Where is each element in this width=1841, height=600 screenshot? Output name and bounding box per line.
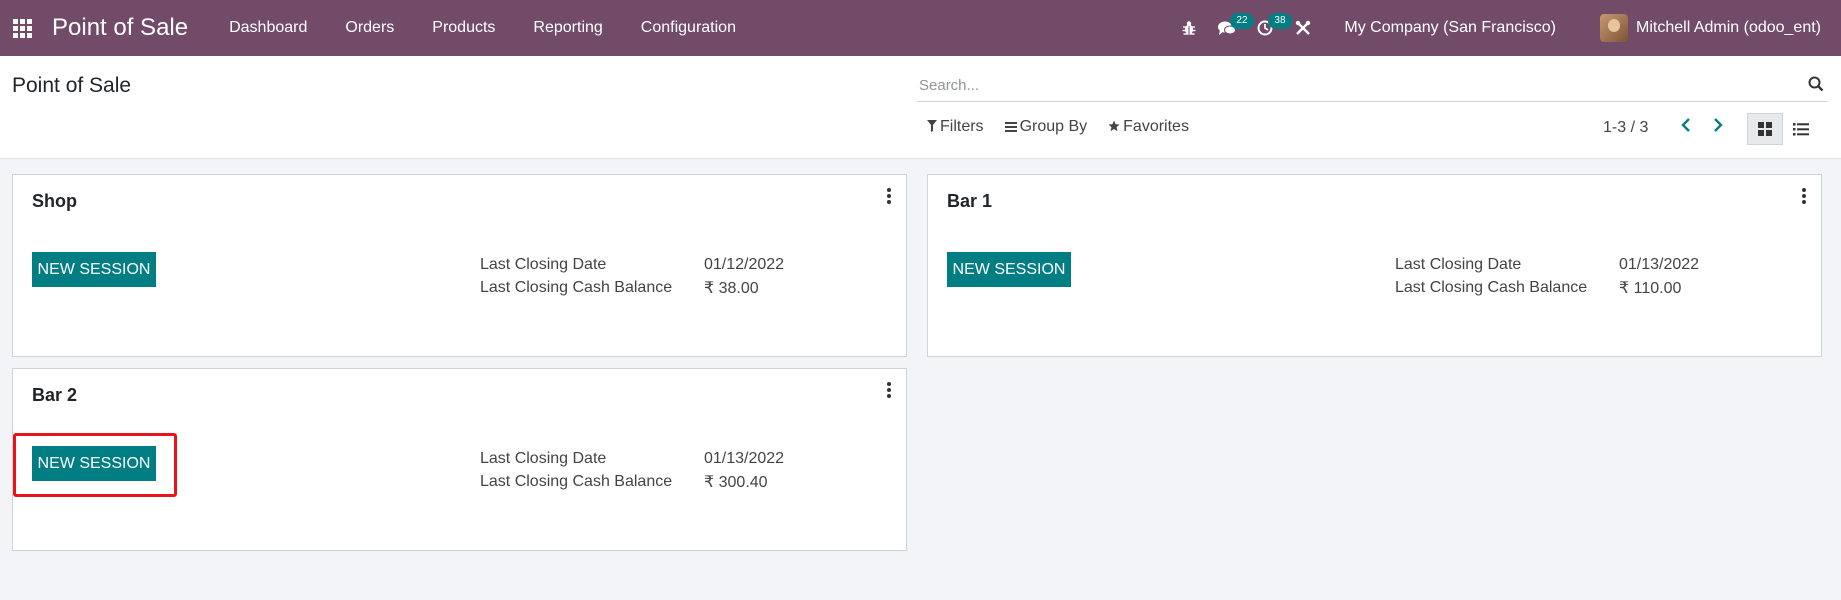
kebab-menu-icon[interactable] (1801, 188, 1807, 206)
user-menu[interactable]: Mitchell Admin (odoo_ent) (1600, 14, 1821, 42)
pager-value[interactable]: 1-3 / 3 (1603, 119, 1648, 137)
menu-products[interactable]: Products (413, 0, 514, 56)
pager: 1-3 / 3 (1603, 118, 1734, 137)
new-session-button[interactable]: NEW SESSION (32, 252, 156, 287)
pos-card-bar-1: Bar 1 NEW SESSION Last Closing Date 01/1… (927, 174, 1822, 357)
pos-card-shop: Shop NEW SESSION Last Closing Date 01/12… (12, 174, 907, 357)
highlight-annotation (13, 433, 177, 497)
star-icon (1108, 120, 1120, 135)
cash-balance-value: ₹ 300.40 (704, 473, 768, 491)
avatar (1600, 14, 1629, 42)
closing-date-label: Last Closing Date (480, 255, 607, 273)
list-lines-icon (1004, 120, 1017, 135)
kebab-menu-icon[interactable] (886, 188, 892, 206)
closing-date-label: Last Closing Date (1395, 255, 1522, 273)
search-icon[interactable] (1808, 76, 1824, 97)
closing-date-value: 01/12/2022 (704, 255, 785, 273)
app-title[interactable]: Point of Sale (52, 14, 188, 42)
company-switcher[interactable]: My Company (San Francisco) (1344, 19, 1556, 37)
favorites-button[interactable]: Favorites (1108, 118, 1189, 136)
bug-icon[interactable] (1170, 0, 1208, 56)
favorites-label: Favorites (1123, 118, 1189, 135)
view-switcher (1747, 113, 1819, 145)
cash-balance-value: ₹ 38.00 (704, 279, 759, 297)
group-by-label: Group By (1019, 118, 1088, 135)
card-title: Bar 1 (947, 191, 993, 211)
chevron-right-icon[interactable] (1702, 118, 1734, 137)
search-input[interactable] (917, 70, 1777, 100)
closing-info: Last Closing Date 01/12/2022 Last Closin… (480, 253, 784, 299)
top-navbar: Point of Sale Dashboard Orders Products … (0, 0, 1841, 56)
cash-balance-label: Last Closing Cash Balance (1395, 278, 1588, 296)
closing-date-value: 01/13/2022 (1619, 255, 1700, 273)
page-title: Point of Sale (12, 74, 132, 97)
cash-balance-label: Last Closing Cash Balance (480, 472, 673, 490)
control-panel: Point of Sale Filters Group By (0, 56, 1841, 159)
filter-icon (927, 119, 937, 135)
filters-label: Filters (940, 118, 984, 135)
filters-button[interactable]: Filters (927, 118, 984, 136)
main-menu: Dashboard Orders Products Reporting Conf… (210, 0, 755, 56)
kanban-view-icon[interactable] (1747, 113, 1783, 145)
menu-orders[interactable]: Orders (326, 0, 413, 56)
chat-icon[interactable]: 22 (1208, 0, 1254, 56)
user-name: Mitchell Admin (odoo_ent) (1636, 19, 1821, 36)
menu-dashboard[interactable]: Dashboard (210, 0, 326, 56)
card-title: Shop (32, 191, 77, 211)
kebab-menu-icon[interactable] (886, 382, 892, 400)
card-title: Bar 2 (32, 385, 78, 405)
clock-icon[interactable]: 38 (1246, 0, 1292, 56)
apps-grid-icon[interactable] (0, 0, 44, 56)
closing-info: Last Closing Date 01/13/2022 Last Closin… (1395, 253, 1699, 299)
closing-date-value: 01/13/2022 (704, 449, 785, 467)
list-view-icon[interactable] (1783, 113, 1819, 145)
menu-configuration[interactable]: Configuration (622, 0, 755, 56)
search-bar (917, 70, 1828, 102)
menu-reporting[interactable]: Reporting (514, 0, 621, 56)
cash-balance-label: Last Closing Cash Balance (480, 278, 673, 296)
search-options: Filters Group By Favorites (927, 118, 1210, 136)
chevron-left-icon[interactable] (1670, 118, 1702, 137)
group-by-button[interactable]: Group By (1004, 118, 1088, 136)
closing-info: Last Closing Date 01/13/2022 Last Closin… (480, 447, 784, 493)
cash-balance-value: ₹ 110.00 (1619, 279, 1682, 297)
new-session-button[interactable]: NEW SESSION (947, 252, 1071, 287)
closing-date-label: Last Closing Date (480, 449, 607, 467)
tools-icon[interactable] (1284, 0, 1322, 56)
